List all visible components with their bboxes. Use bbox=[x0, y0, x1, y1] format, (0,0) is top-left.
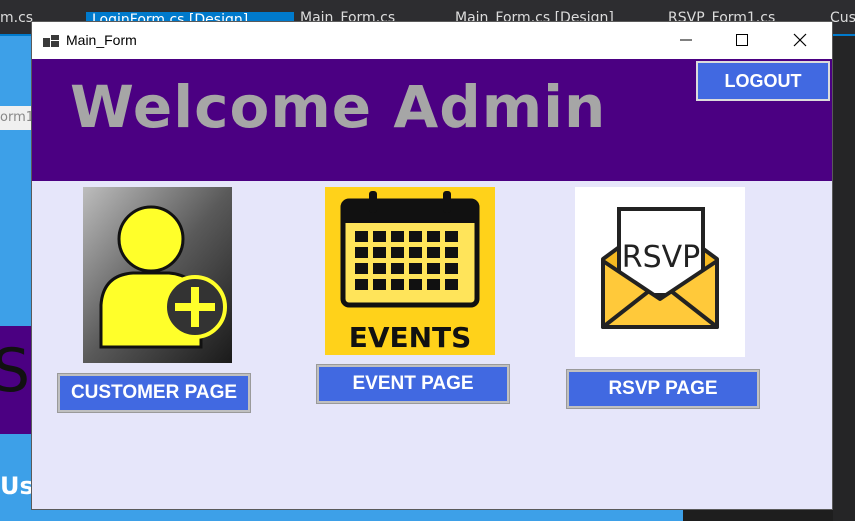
designer-tab[interactable]: orm1 bbox=[0, 106, 33, 130]
rsvp-envelope-icon: RSVP bbox=[575, 187, 745, 357]
minimize-icon bbox=[680, 39, 692, 41]
event-image[interactable]: EVENTS bbox=[325, 187, 495, 355]
close-button[interactable] bbox=[777, 22, 823, 59]
title-bar[interactable]: Main_Form bbox=[32, 22, 832, 59]
close-icon bbox=[793, 33, 807, 47]
rsvp-caption: RSVP bbox=[622, 240, 701, 275]
ide-designer-panel: orm1 Si Us bbox=[0, 36, 47, 521]
rsvp-page-button[interactable]: RSVP PAGE bbox=[566, 369, 760, 409]
add-user-icon bbox=[83, 187, 232, 363]
customer-image[interactable] bbox=[83, 187, 232, 363]
window-title: Main_Form bbox=[66, 32, 137, 48]
ide-right-panel bbox=[833, 36, 855, 521]
ide-tab-1[interactable]: m.cs bbox=[0, 10, 33, 26]
minimize-button[interactable] bbox=[663, 22, 709, 59]
calendar-events-icon: EVENTS bbox=[325, 187, 495, 355]
designer-bottom-text: Us bbox=[0, 472, 34, 500]
ide-bottom-strip bbox=[33, 509, 683, 521]
event-page-button[interactable]: EVENT PAGE bbox=[316, 364, 510, 404]
ide-tab-6[interactable]: Cust bbox=[830, 10, 855, 26]
rsvp-image[interactable]: RSVP bbox=[575, 187, 745, 357]
main-form-window: Main_Form Welcome Admin LOGOUT CUSTOMER … bbox=[32, 22, 832, 509]
customer-page-button[interactable]: CUSTOMER PAGE bbox=[57, 373, 251, 413]
logout-button[interactable]: LOGOUT bbox=[696, 61, 830, 101]
welcome-heading: Welcome Admin bbox=[70, 73, 607, 141]
header-panel: Welcome Admin LOGOUT bbox=[32, 59, 832, 181]
app-icon bbox=[43, 33, 59, 49]
events-caption: EVENTS bbox=[349, 321, 472, 354]
maximize-button[interactable] bbox=[719, 22, 765, 59]
maximize-icon bbox=[736, 34, 748, 46]
